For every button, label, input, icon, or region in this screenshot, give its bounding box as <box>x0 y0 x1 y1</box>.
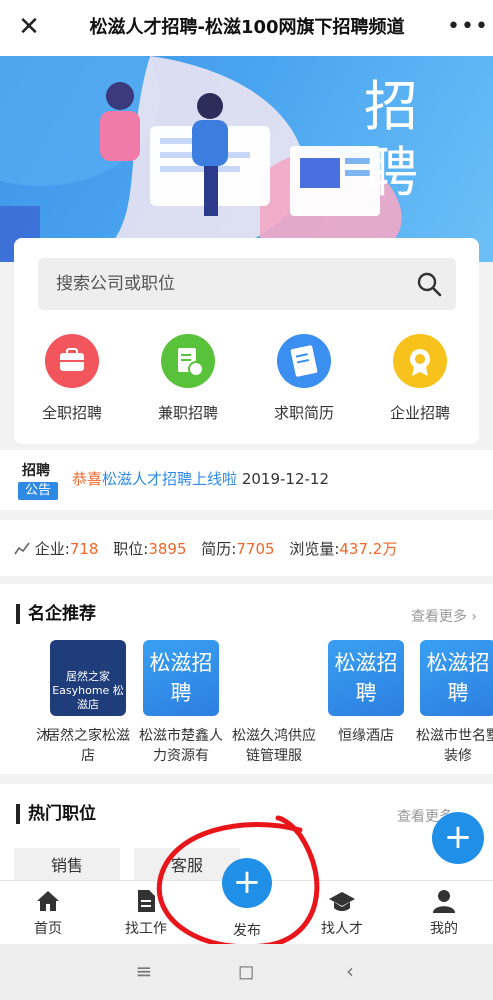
company-name: 沐 <box>36 728 50 744</box>
featured-companies-section: 名企推荐 查看更多 › 沐 居然之家 Easyhome 松滋店 居然之家松滋店 … <box>0 584 493 774</box>
tab-label: 找人才 <box>321 921 363 937</box>
search-input[interactable]: 搜索公司或职位 <box>38 258 456 310</box>
announcement-text[interactable]: 恭喜松滋人才招聘上线啦 2019-12-12 <box>72 468 329 489</box>
company-card[interactable]: 松滋招聘 松滋市世名墅装修 <box>416 640 493 766</box>
announcement-link[interactable]: 松滋人才招聘上线啦 <box>102 470 237 488</box>
stat-label: 简历: <box>201 540 237 558</box>
section-title: 名企推荐 <box>16 604 96 624</box>
back-icon[interactable]: ‹ <box>330 956 370 986</box>
stat-label: 企业: <box>34 540 70 558</box>
search-icon[interactable] <box>416 271 442 297</box>
stat-value: 718 <box>69 540 99 558</box>
announcement-date: 2019-12-12 <box>241 470 329 488</box>
briefcase-icon <box>45 334 99 388</box>
stat-value: 7705 <box>236 540 275 558</box>
search-category-card: 搜索公司或职位 全职招聘 兼职招聘 求职简历 企业招聘 <box>14 238 479 444</box>
search-placeholder: 搜索公司或职位 <box>56 274 175 294</box>
tab-label: 首页 <box>34 921 62 937</box>
stat-value: 437.2万 <box>339 540 398 558</box>
close-icon[interactable]: ✕ <box>14 12 44 42</box>
system-nav-bar: ≡ ◻ ‹ <box>0 944 493 1000</box>
tab-label: 找工作 <box>125 921 167 937</box>
announcement-bar[interactable]: 招聘 公告 恭喜松滋人才招聘上线啦 2019-12-12 <box>0 450 493 510</box>
category-label: 兼职招聘 <box>157 404 218 422</box>
banner-text: 招聘 <box>364 75 418 204</box>
tab-find-job[interactable]: 找工作 <box>106 889 186 938</box>
company-logo: 松滋招聘 <box>420 640 493 716</box>
stats-bar: 企业:718 职位:3895 简历:7705 浏览量:437.2万 <box>0 520 493 576</box>
company-logo: 居然之家 Easyhome 松滋店 <box>50 640 126 716</box>
category-fulltime[interactable]: 全职招聘 <box>22 334 122 423</box>
job-tag[interactable]: 销售 <box>14 848 120 884</box>
page-title: 松滋人才招聘-松滋100网旗下招聘频道 <box>89 17 405 38</box>
company-card[interactable]: 松滋招聘 松滋市楚鑫人力资源有 <box>139 640 223 766</box>
more-icon[interactable]: ••• <box>447 12 488 42</box>
company-card[interactable]: 松滋久鸿供应链管理服 <box>232 640 316 766</box>
stat-label: 浏览量: <box>289 540 340 558</box>
publish-label: 发布 <box>233 923 261 939</box>
announcement-prefix: 恭喜 <box>72 470 103 488</box>
graduation-cap-icon <box>329 892 355 911</box>
company-card[interactable]: 沐 <box>0 640 50 746</box>
company-name: 松滋市楚鑫人力资源有 <box>139 728 223 764</box>
plus-icon: + <box>232 862 262 902</box>
tab-home[interactable]: 首页 <box>8 889 88 938</box>
section-title: 热门职位 <box>16 804 96 824</box>
company-logo <box>236 640 312 716</box>
stat-value: 3895 <box>148 540 187 558</box>
user-icon <box>433 890 455 913</box>
hero-banner[interactable]: 招聘 <box>0 56 493 262</box>
company-name: 居然之家松滋店 <box>46 728 130 764</box>
category-resume[interactable]: 求职简历 <box>254 334 354 423</box>
tab-find-talent[interactable]: 找人才 <box>302 889 382 938</box>
announcement-badge-top: 招聘 <box>22 463 50 479</box>
company-name: 松滋久鸿供应链管理服 <box>232 728 316 764</box>
view-more-label: 查看更多 <box>410 609 467 625</box>
document-clock-icon <box>161 334 215 388</box>
category-parttime[interactable]: 兼职招聘 <box>138 334 238 423</box>
category-label: 求职简历 <box>273 404 334 422</box>
floating-add-button[interactable]: + <box>432 812 484 864</box>
category-company[interactable]: 企业招聘 <box>370 334 470 423</box>
home-icon <box>37 891 59 911</box>
category-label: 企业招聘 <box>389 404 450 422</box>
publish-button[interactable]: + <box>222 858 272 908</box>
company-logo: 松滋招聘 <box>328 640 404 716</box>
company-card[interactable]: 松滋招聘 恒缘酒店 <box>324 640 408 746</box>
tab-profile[interactable]: 我的 <box>404 889 484 938</box>
company-logo <box>0 640 46 716</box>
company-name: 恒缘酒店 <box>338 728 394 744</box>
company-logo: 松滋招聘 <box>143 640 219 716</box>
view-more-link[interactable]: 查看更多 › <box>411 606 477 626</box>
announcement-badge: 公告 <box>18 482 58 500</box>
company-name: 松滋市世名墅装修 <box>416 728 493 764</box>
company-card[interactable]: 居然之家 Easyhome 松滋店 居然之家松滋店 <box>46 640 130 766</box>
top-bar: ✕ 松滋人才招聘-松滋100网旗下招聘频道 ••• <box>0 0 493 56</box>
medal-icon <box>393 334 447 388</box>
document-icon <box>138 890 155 912</box>
home-button-icon[interactable]: ◻ <box>226 956 266 986</box>
menu-icon[interactable]: ≡ <box>124 956 164 986</box>
resume-icon <box>277 334 331 388</box>
category-label: 全职招聘 <box>41 404 102 422</box>
chart-icon <box>14 542 30 555</box>
stat-label: 职位: <box>113 540 149 558</box>
tab-label: 我的 <box>430 921 458 937</box>
